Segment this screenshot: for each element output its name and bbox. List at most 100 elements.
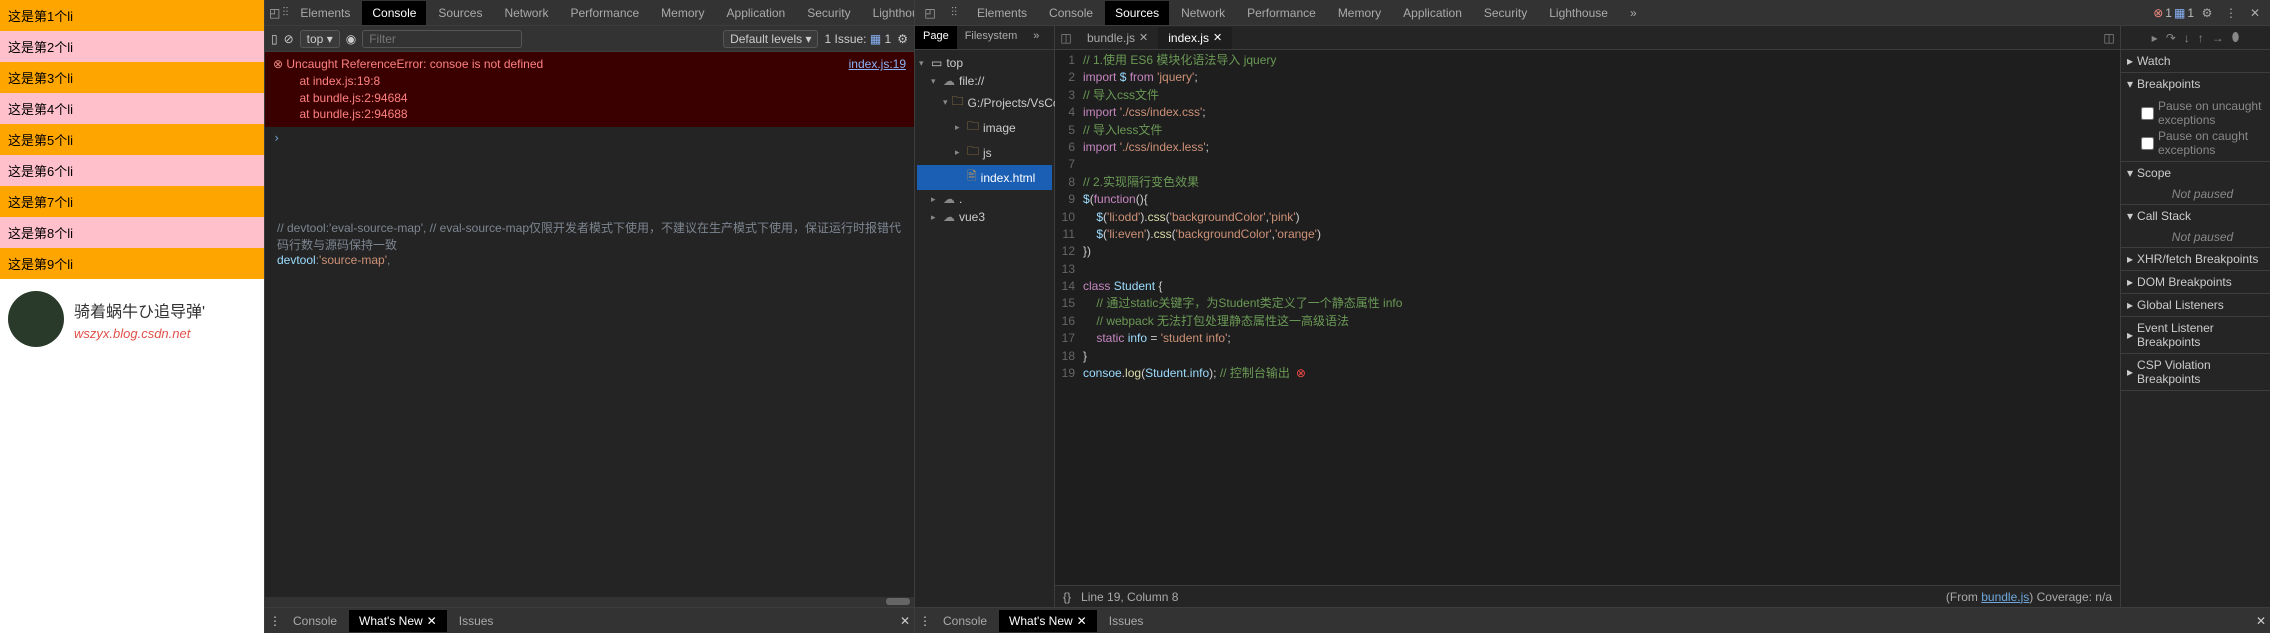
drawer-tabs: ⋮ Console What's New✕ Issues ✕ [265, 607, 914, 633]
context-selector[interactable]: top ▾ [300, 30, 340, 48]
close-icon[interactable]: ✕ [427, 614, 437, 628]
bundle-link[interactable]: bundle.js [1981, 590, 2029, 604]
step-into-icon[interactable]: ↓ [2184, 31, 2190, 45]
close-icon[interactable]: ✕ [1077, 614, 1087, 628]
tab-network[interactable]: Network [494, 1, 558, 25]
resume-icon[interactable]: ▸ [2152, 31, 2158, 45]
console-toolbar: ▯ ⊘ top ▾ ◉ Default levels ▾ 1 Issue: ▦ … [265, 26, 914, 52]
list-item: 这是第7个li [0, 186, 264, 217]
tab-console[interactable]: Console [362, 1, 426, 25]
drawer-issues[interactable]: Issues [449, 610, 504, 632]
close-icon[interactable]: ✕ [2244, 6, 2266, 20]
tab-elements[interactable]: Elements [967, 1, 1037, 25]
levels-selector[interactable]: Default levels ▾ [723, 30, 818, 48]
live-expression-icon[interactable]: ◉ [346, 32, 356, 46]
step-icon[interactable]: → [2212, 31, 2224, 45]
tree-folder-image[interactable]: ▸🗀 image [917, 115, 1052, 140]
debug-toggle-icon[interactable]: ◫ [2098, 31, 2120, 45]
code-area[interactable]: 1// 1.使用 ES6 模块化语法导入 jquery2import $ fro… [1055, 50, 2120, 585]
drawer-whatsnew[interactable]: What's New✕ [349, 610, 447, 632]
console-error[interactable]: index.js:19 ⊗ Uncaught ReferenceError: c… [265, 52, 914, 127]
device-icon[interactable]: ⫶⫶ [943, 5, 965, 20]
xhr-bp-section[interactable]: ▸XHR/fetch Breakpoints [2121, 248, 2270, 270]
menu-icon[interactable]: ⋮ [919, 614, 931, 628]
tree-project[interactable]: ▾🗀 G:/Projects/VsCodeProjec [917, 90, 1052, 115]
pause-caught-checkbox[interactable]: Pause on caught exceptions [2141, 128, 2264, 158]
tree-index-html[interactable]: 🖹 index.html [917, 165, 1052, 190]
inspect-icon[interactable]: ◰ [269, 6, 280, 20]
main-tabbar: ◰ ⫶⫶ Elements Console Sources Network Pe… [915, 0, 2270, 26]
filter-input[interactable] [362, 30, 522, 48]
tree-file-origin[interactable]: ▾☁ file:// [917, 72, 1052, 90]
tab-security[interactable]: Security [1474, 1, 1537, 25]
drawer-console[interactable]: Console [933, 610, 997, 632]
tab-network[interactable]: Network [1171, 1, 1235, 25]
list-item: 这是第4个li [0, 93, 264, 124]
drawer-whatsnew[interactable]: What's New✕ [999, 610, 1097, 632]
drawer-console[interactable]: Console [283, 610, 347, 632]
drawer-issues[interactable]: Issues [1099, 610, 1154, 632]
menu-icon[interactable]: ⋮ [269, 614, 281, 628]
tab-memory[interactable]: Memory [651, 1, 714, 25]
gear-icon[interactable]: ⚙ [897, 32, 908, 46]
nav-tab-filesystem[interactable]: Filesystem [957, 26, 1026, 49]
issue-badge[interactable]: ▦1 [2174, 6, 2194, 20]
console-prompt[interactable]: › [265, 127, 914, 149]
tab-security[interactable]: Security [797, 1, 860, 25]
close-icon[interactable]: ✕ [2256, 614, 2266, 628]
editor-status-bar: {} Line 19, Column 8 (From bundle.js) Co… [1055, 585, 2120, 607]
step-out-icon[interactable]: ↑ [2198, 31, 2204, 45]
dom-bp-section[interactable]: ▸DOM Breakpoints [2121, 271, 2270, 293]
tab-memory[interactable]: Memory [1328, 1, 1391, 25]
tab-sources[interactable]: Sources [428, 1, 492, 25]
watermark-code: // devtool:'eval-source-map', // eval-so… [265, 149, 914, 275]
step-over-icon[interactable]: ↷ [2166, 31, 2176, 45]
watch-section[interactable]: ▸Watch [2121, 50, 2270, 72]
pause-uncaught-checkbox[interactable]: Pause on uncaught exceptions [2141, 98, 2264, 128]
sidebar-toggle-icon[interactable]: ▯ [271, 32, 278, 46]
breakpoints-section[interactable]: ▾Breakpoints [2121, 73, 2270, 95]
clear-console-icon[interactable]: ⊘ [284, 32, 294, 46]
tab-application[interactable]: Application [1393, 1, 1472, 25]
editor-tab-bundle[interactable]: bundle.js ✕ [1077, 27, 1158, 49]
close-icon[interactable]: ✕ [900, 614, 910, 628]
debugger-sidebar: ▸ ↷ ↓ ↑ → ⬮ ▸Watch ▾Breakpoints Pause on… [2120, 26, 2270, 607]
inspect-icon[interactable]: ◰ [919, 6, 941, 20]
tab-elements[interactable]: Elements [290, 1, 360, 25]
csp-bp-section[interactable]: ▸CSP Violation Breakpoints [2121, 354, 2270, 390]
tab-sources[interactable]: Sources [1105, 1, 1169, 25]
list-item: 这是第5个li [0, 124, 264, 155]
tab-performance[interactable]: Performance [560, 1, 649, 25]
device-icon[interactable]: ⫶⫶ [282, 5, 288, 20]
source-mapped-from: (From bundle.js) Coverage: n/a [1946, 590, 2112, 604]
tab-performance[interactable]: Performance [1237, 1, 1326, 25]
global-listeners-section[interactable]: ▸Global Listeners [2121, 294, 2270, 316]
tabs-overflow[interactable]: » [1620, 1, 1647, 25]
nav-overflow[interactable]: » [1025, 26, 1047, 49]
scrollbar-horizontal[interactable] [265, 597, 914, 607]
bracket-icon[interactable]: {} [1063, 590, 1071, 604]
tree-top[interactable]: ▾▭ top [917, 54, 1052, 72]
tree-folder-js[interactable]: ▸🗀 js [917, 140, 1052, 165]
error-source-link[interactable]: index.js:19 [849, 56, 906, 73]
event-bp-section[interactable]: ▸Event Listener Breakpoints [2121, 317, 2270, 353]
nav-toggle-icon[interactable]: ◫ [1055, 31, 1077, 45]
tab-lighthouse[interactable]: Lighthouse [1539, 1, 1618, 25]
tree-dot[interactable]: ▸☁ . [917, 190, 1052, 208]
error-badge[interactable]: ⊗1 [2153, 6, 2172, 20]
tab-application[interactable]: Application [717, 1, 796, 25]
gear-icon[interactable]: ⚙ [2196, 6, 2218, 20]
editor-tab-index[interactable]: index.js ✕ [1158, 27, 1232, 49]
menu-icon[interactable]: ⋮ [2220, 6, 2242, 20]
file-tree: ▾▭ top ▾☁ file:// ▾🗀 G:/Projects/VsCodeP… [915, 50, 1054, 230]
scope-section[interactable]: ▾Scope [2121, 162, 2270, 184]
list-item: 这是第3个li [0, 62, 264, 93]
rendered-page: 这是第1个li 这是第2个li 这是第3个li 这是第4个li 这是第5个li … [0, 0, 264, 633]
callstack-section[interactable]: ▾Call Stack [2121, 205, 2270, 227]
deactivate-bp-icon[interactable]: ⬮ [2232, 30, 2240, 45]
main-tabbar: ◰ ⫶⫶ Elements Console Sources Network Pe… [265, 0, 914, 26]
nav-tab-page[interactable]: Page [915, 26, 957, 49]
issues-link[interactable]: 1 Issue: ▦ 1 [824, 32, 891, 46]
tree-vue3[interactable]: ▸☁ vue3 [917, 208, 1052, 226]
tab-console[interactable]: Console [1039, 1, 1103, 25]
